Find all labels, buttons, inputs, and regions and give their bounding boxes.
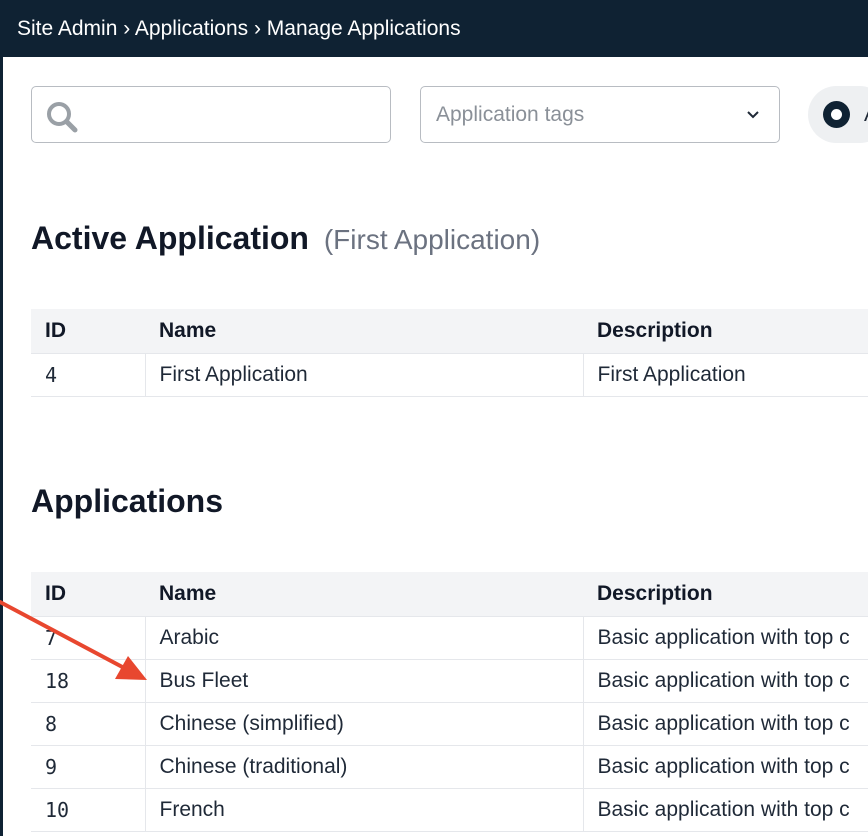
- column-header-description[interactable]: Description: [583, 309, 868, 354]
- applications-heading: Applications: [31, 483, 224, 519]
- cell-name[interactable]: Arabic: [144, 616, 583, 660]
- column-header-name[interactable]: Name: [145, 309, 583, 354]
- cell-name[interactable]: First Application: [144, 353, 583, 397]
- cell-id: 4: [31, 353, 145, 397]
- column-header-id[interactable]: ID: [31, 572, 145, 617]
- cell-id: 9: [31, 745, 145, 789]
- table-header-row: ID Name Description: [31, 572, 868, 617]
- active-filter-toggle[interactable]: A: [808, 86, 868, 143]
- table-row[interactable]: 18 Bus Fleet Basic application with top …: [31, 659, 868, 703]
- table-row[interactable]: 8 Chinese (simplified) Basic application…: [31, 702, 868, 746]
- cell-name[interactable]: French: [144, 788, 583, 832]
- cell-name[interactable]: Chinese (traditional): [144, 745, 583, 789]
- table-row[interactable]: 4 First Application First Application: [31, 353, 868, 397]
- active-application-heading: Active Application (First Application): [31, 220, 540, 257]
- active-application-title: Active Application: [31, 220, 309, 256]
- cell-description: Basic application with top c: [582, 745, 868, 789]
- application-tags-select[interactable]: Application tags: [420, 86, 780, 143]
- cell-id: 8: [31, 702, 145, 746]
- cell-description: Basic application with top c: [582, 788, 868, 832]
- application-tags-placeholder: Application tags: [436, 103, 585, 126]
- cell-name[interactable]: Chinese (simplified): [144, 702, 583, 746]
- column-header-name[interactable]: Name: [145, 572, 583, 617]
- applications-table: ID Name Description 7 Arabic Basic appli…: [31, 572, 868, 832]
- chevron-down-icon: [747, 111, 759, 119]
- column-header-description[interactable]: Description: [583, 572, 868, 617]
- cell-id: 7: [31, 616, 145, 660]
- breadcrumb: Site Admin › Applications › Manage Appli…: [0, 0, 868, 57]
- column-header-id[interactable]: ID: [31, 309, 145, 354]
- table-row[interactable]: 7 Arabic Basic application with top c: [31, 616, 868, 660]
- cell-description: Basic application with top c: [582, 659, 868, 703]
- table-row[interactable]: 10 French Basic application with top c: [31, 788, 868, 832]
- search-icon: [47, 102, 78, 133]
- search-input[interactable]: [31, 86, 391, 143]
- left-edge-border: [0, 57, 3, 836]
- cell-description: Basic application with top c: [582, 616, 868, 660]
- cell-description: First Application: [582, 353, 868, 397]
- cell-id: 18: [31, 659, 145, 703]
- active-filter-label: A: [864, 86, 868, 143]
- active-application-table: ID Name Description 4 First Application …: [31, 309, 868, 397]
- cell-description: Basic application with top c: [582, 702, 868, 746]
- table-row[interactable]: 9 Chinese (traditional) Basic applicatio…: [31, 745, 868, 789]
- cell-id: 10: [31, 788, 145, 832]
- radio-selected-icon[interactable]: [823, 101, 850, 128]
- cell-name[interactable]: Bus Fleet: [144, 659, 583, 703]
- active-application-subtitle: (First Application): [323, 224, 541, 255]
- table-header-row: ID Name Description: [31, 309, 868, 354]
